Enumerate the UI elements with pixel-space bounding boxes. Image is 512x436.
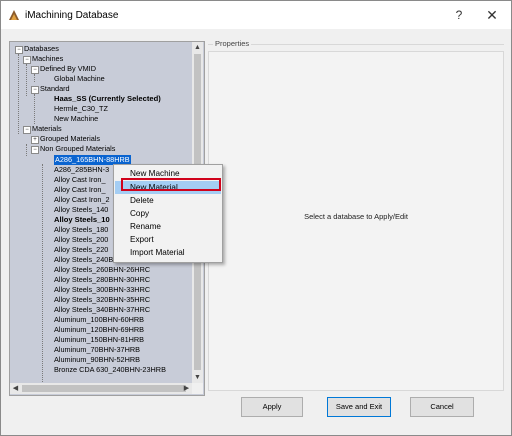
tree-node[interactable]: Alloy Steels_320BHN-35HRC: [54, 295, 150, 305]
scrollbar-corner: [192, 383, 203, 394]
horizontal-scroll-thumb[interactable]: [22, 385, 186, 392]
collapse-icon[interactable]: −: [31, 86, 39, 94]
menu-item-import-material[interactable]: Import Material: [115, 246, 221, 259]
save-and-exit-button[interactable]: Save and Exit: [327, 397, 391, 417]
tree-connector: [26, 64, 27, 96]
cancel-button[interactable]: Cancel: [410, 397, 474, 417]
tree-node[interactable]: Non Grouped Materials: [40, 144, 115, 154]
tree-connector: [18, 54, 19, 134]
tree-node[interactable]: Alloy Steels_260BHN-26HRC: [54, 265, 150, 275]
tree-node[interactable]: New Machine: [54, 114, 98, 124]
collapse-icon[interactable]: −: [15, 46, 23, 54]
app-icon: [8, 9, 20, 21]
scroll-right-icon[interactable]: ▶: [181, 383, 192, 394]
window-title: iMachining Database: [25, 10, 119, 21]
tree-connector: [26, 144, 27, 156]
tree-connector: [34, 74, 35, 82]
help-button[interactable]: ?: [445, 5, 473, 25]
title-bar: iMachining Database ? ✕: [1, 1, 511, 29]
tree-node[interactable]: Hermle_C30_TZ: [54, 104, 108, 114]
expand-icon[interactable]: +: [31, 136, 39, 144]
collapse-icon[interactable]: −: [23, 56, 31, 64]
tree-node[interactable]: Materials: [32, 124, 62, 134]
tree-node-current-machine[interactable]: Haas_SS (Currently Selected): [54, 94, 161, 104]
collapse-icon[interactable]: −: [31, 66, 39, 74]
tree-node[interactable]: Alloy Steels_300BHN-33HRC: [54, 285, 150, 295]
scroll-left-icon[interactable]: ◀: [10, 383, 21, 394]
tree-node[interactable]: Alloy Steels_200: [54, 235, 108, 245]
horizontal-scrollbar[interactable]: ◀ ▶: [10, 383, 192, 394]
tree-node[interactable]: Alloy Steels_340BHN-37HRC: [54, 305, 150, 315]
tree-node[interactable]: A286_285BHN-3: [54, 165, 109, 175]
scroll-down-icon[interactable]: ▼: [192, 372, 203, 383]
tree-node[interactable]: Alloy Cast Iron_: [54, 175, 106, 185]
properties-content: Select a database to Apply/Edit: [208, 51, 504, 391]
tree-node[interactable]: Aluminum_100BHN-60HRB: [54, 315, 144, 325]
close-button[interactable]: ✕: [478, 5, 506, 25]
tree-node[interactable]: Grouped Materials: [40, 134, 100, 144]
tree-node[interactable]: Alloy Steels_180: [54, 225, 108, 235]
tree-node[interactable]: Machines: [32, 54, 63, 64]
apply-button[interactable]: Apply: [241, 397, 303, 417]
properties-divider: [208, 44, 504, 45]
imachining-database-window: iMachining Database ? ✕ − − − − − + − Da…: [0, 0, 512, 436]
tree-node[interactable]: Global Machine: [54, 74, 105, 84]
tree-node[interactable]: Alloy Steels_10: [54, 215, 110, 225]
tree-node[interactable]: Aluminum_70BHN-37HRB: [54, 345, 140, 355]
tree-node[interactable]: Aluminum_120BHN-69HRB: [54, 325, 144, 335]
tree-node[interactable]: Alloy Steels_280BHN-30HRC: [54, 275, 150, 285]
tree-node[interactable]: Aluminum_150BHN-81HRB: [54, 335, 144, 345]
tree-node[interactable]: Databases: [24, 44, 59, 54]
properties-title: Properties: [213, 39, 252, 48]
menu-item-copy[interactable]: Copy: [115, 207, 221, 220]
tree-node[interactable]: Standard: [40, 84, 70, 94]
properties-message: Select a database to Apply/Edit: [304, 212, 408, 221]
menu-item-rename[interactable]: Rename: [115, 220, 221, 233]
collapse-icon[interactable]: −: [23, 126, 31, 134]
menu-item-delete[interactable]: Delete: [115, 194, 221, 207]
tree-node[interactable]: Alloy Steels_140: [54, 205, 108, 215]
properties-panel: Properties Select a database to Apply/Ed…: [208, 39, 504, 391]
tree-connector: [34, 94, 35, 124]
tree-node[interactable]: Aluminum_90BHN-52HRB: [54, 355, 140, 365]
collapse-icon[interactable]: −: [31, 146, 39, 154]
tree-node[interactable]: Alloy Steels_220: [54, 245, 108, 255]
tree-connector: [42, 164, 43, 382]
menu-item-export[interactable]: Export: [115, 233, 221, 246]
tree-node[interactable]: Bronze CDA 630_240BHN-23HRB: [54, 365, 166, 375]
tree-node[interactable]: Defined By VMID: [40, 64, 96, 74]
highlight-outline: [121, 178, 221, 191]
tree-node[interactable]: Alloy Cast Iron_2: [54, 195, 110, 205]
tree-node[interactable]: Alloy Cast Iron_: [54, 185, 106, 195]
scroll-up-icon[interactable]: ▲: [192, 42, 203, 53]
